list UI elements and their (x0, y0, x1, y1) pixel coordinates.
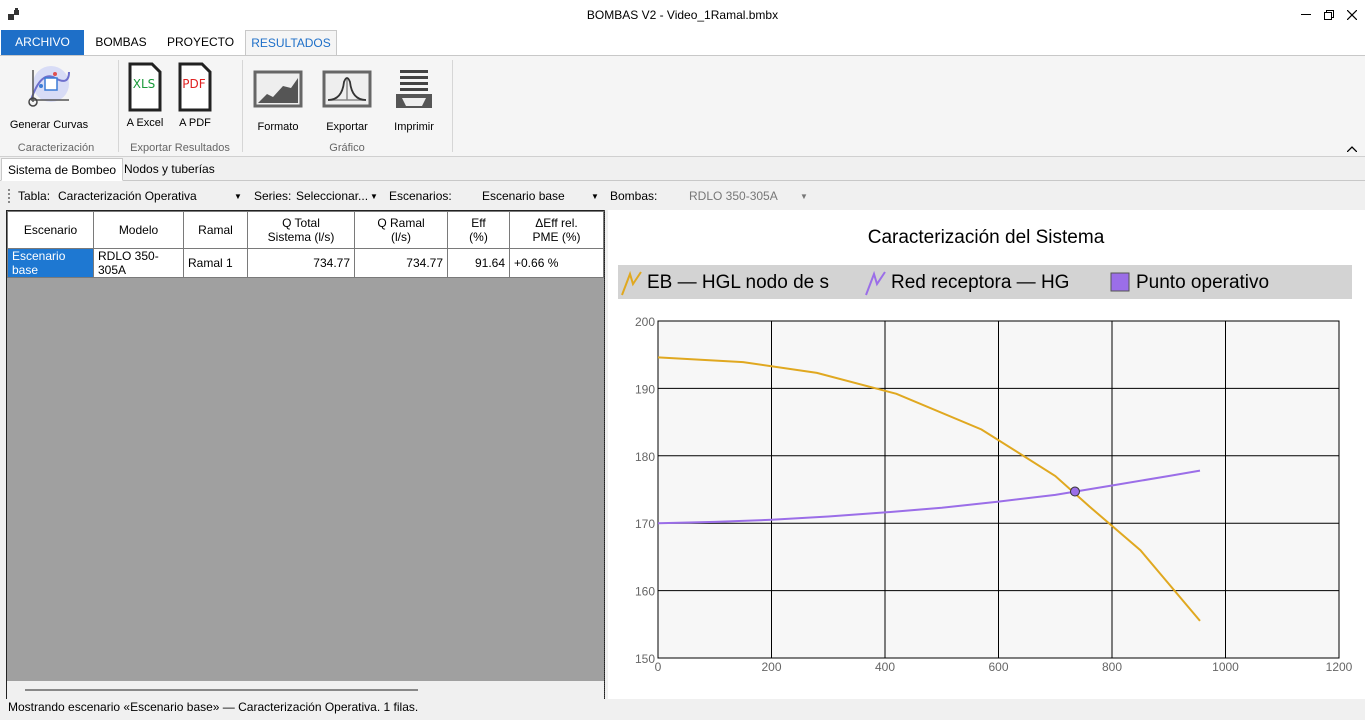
column-header[interactable]: Eff (%) (447, 211, 510, 249)
y-tick-label: 200 (635, 315, 655, 329)
x-tick-label: 1200 (1326, 660, 1353, 674)
svg-text:XLS: XLS (133, 77, 156, 91)
x-tick-label: 200 (761, 660, 781, 674)
legend-entry: EB — HGL nodo de s (647, 272, 829, 293)
bombas-label: Bombas: (610, 189, 658, 203)
group-separator (452, 60, 453, 152)
escenarios-dropdown[interactable]: Escenario base (482, 189, 565, 203)
y-tick-label: 190 (635, 382, 655, 396)
group-label-exportar: Exportar Resultados (130, 142, 230, 154)
table-cell[interactable]: Ramal 1 (183, 248, 248, 278)
chart-title: Caracterización del Sistema (868, 227, 1105, 248)
status-bar: Mostrando escenario «Escenario base» — C… (0, 699, 1365, 720)
escenarios-label: Escenarios: (389, 189, 452, 203)
column-header[interactable]: ΔEff rel. PME (%) (509, 211, 604, 249)
data-grid-panel: Escenario Modelo Ramal Q Total Sistema (l/s)… (6, 210, 605, 700)
generar-curvas-button[interactable]: Generar Curvas (6, 64, 92, 132)
legend-entry: Red receptora — HG (891, 272, 1069, 293)
chart-panel: Caracterización del Sistema EB — HGL nodo… (608, 210, 1365, 700)
group-separator (118, 60, 119, 152)
table-cell[interactable]: +0.66 % (509, 248, 604, 278)
table-cell[interactable]: RDLO 350-305A (93, 248, 184, 278)
column-header[interactable]: Q Ramal (l/s) (354, 211, 448, 249)
table-row[interactable]: Escenario base RDLO 350-305A Ramal 1 734.77… (7, 248, 604, 278)
imprimir-button[interactable]: Imprimir (388, 68, 440, 134)
series-dropdown[interactable]: Seleccionar... (296, 189, 368, 203)
close-icon[interactable] (1338, 0, 1365, 30)
svg-text:PDF: PDF (182, 77, 205, 91)
chevron-down-icon[interactable]: ▼ (800, 192, 808, 201)
y-tick-label: 170 (635, 517, 655, 531)
x-tick-label: 600 (988, 660, 1008, 674)
formato-label: Formato (257, 121, 299, 133)
table-cell[interactable]: 734.77 (247, 248, 355, 278)
pdf-label: A PDF (179, 117, 211, 129)
group-separator (242, 60, 243, 152)
bombas-dropdown[interactable]: RDLO 350-305A (689, 189, 778, 203)
x-tick-label: 1000 (1212, 660, 1239, 674)
chart-format-icon (253, 70, 303, 108)
imprimir-label: Imprimir (394, 121, 434, 133)
x-tick-label: 400 (875, 660, 895, 674)
group-label-caracterizacion: Caracterización (17, 142, 95, 154)
main-window: BOMBAS V2 - Video_1Ramal.bmbx ARCHIVO BO… (0, 0, 1365, 720)
x-tick-label: 0 (655, 660, 662, 674)
table-cell[interactable]: Escenario base (7, 248, 94, 278)
system-chart: Caracterización del Sistema EB — HGL nodo… (618, 227, 1353, 674)
series-label: Series: (254, 189, 292, 203)
curves-icon (28, 66, 70, 107)
a-excel-button[interactable]: XLS A Excel (124, 62, 166, 130)
title-bar: BOMBAS V2 - Video_1Ramal.bmbx (0, 0, 1365, 30)
table-cell[interactable]: 91.64 (447, 248, 510, 278)
y-tick-label: 150 (635, 652, 655, 666)
ribbon-tab-bar: ARCHIVO BOMBAS PROYECTO RESULTADOS (0, 30, 1365, 56)
operating-point (1069, 486, 1080, 497)
tabla-dropdown[interactable]: Caracterización Operativa (58, 189, 197, 203)
chevron-down-icon[interactable]: ▼ (234, 192, 242, 201)
table-header-row: Escenario Modelo Ramal Q Total Sistema (l/s)… (7, 211, 604, 249)
exportar-grafico-button[interactable]: Exportar (318, 70, 376, 134)
tabla-label: Tabla: (18, 189, 51, 203)
table-cell[interactable]: 734.77 (354, 248, 448, 278)
tab-nodos-y-tuberias[interactable]: Nodos y tuberías (118, 158, 221, 181)
a-pdf-button[interactable]: PDF A PDF (174, 62, 216, 130)
tab-bombas[interactable]: BOMBAS (88, 30, 154, 55)
tab-archivo[interactable]: ARCHIVO (1, 30, 84, 55)
window-title: BOMBAS V2 - Video_1Ramal.bmbx (586, 8, 779, 22)
exportar-label: Exportar (326, 121, 368, 133)
collapse-ribbon-icon[interactable] (1346, 142, 1358, 155)
legend-marker (1110, 272, 1130, 292)
export-chart-icon (322, 70, 372, 108)
chevron-down-icon[interactable]: ▼ (591, 192, 599, 201)
group-label-grafico: Gráfico (329, 142, 365, 154)
splitter[interactable] (604, 210, 607, 700)
table-body: Escenario base RDLO 350-305A Ramal 1 734.77… (7, 248, 604, 278)
results-table: Escenario Modelo Ramal Q Total Sistema (l/s)… (7, 211, 604, 278)
generar-label: Generar Curvas (9, 119, 89, 131)
tab-proyecto[interactable]: PROYECTO (164, 30, 237, 55)
excel-label: A Excel (126, 117, 164, 129)
scrollbar-thumb[interactable] (25, 689, 418, 691)
printer-icon (396, 70, 432, 108)
toolbar-grip[interactable] (8, 189, 10, 203)
content-tabs: Sistema de Bombeo Nodos y tuberías (0, 157, 1365, 181)
ribbon-panel: Generar Curvas XLS A Excel PDF A PDF Exp… (0, 55, 1365, 157)
y-tick-label: 160 (635, 585, 655, 599)
horizontal-scrollbar[interactable] (7, 681, 604, 699)
column-header[interactable]: Ramal (183, 211, 248, 249)
pdf-icon: PDF (178, 62, 212, 112)
column-header[interactable]: Q Total Sistema (l/s) (247, 211, 355, 249)
tab-sistema-de-bombeo[interactable]: Sistema de Bombeo (1, 158, 124, 181)
tab-resultados[interactable]: RESULTADOS (245, 30, 337, 56)
column-header[interactable]: Modelo (93, 211, 184, 249)
excel-icon: XLS (128, 62, 162, 112)
filter-toolbar: Tabla: Caracterización Operativa ▼ Serie… (0, 183, 1365, 210)
legend-entry: Punto operativo (1136, 272, 1269, 293)
y-tick-label: 180 (635, 450, 655, 464)
column-header[interactable]: Escenario (7, 211, 94, 249)
chevron-down-icon[interactable]: ▼ (370, 192, 378, 201)
formato-button[interactable]: Formato (250, 70, 306, 134)
x-tick-label: 800 (1102, 660, 1122, 674)
